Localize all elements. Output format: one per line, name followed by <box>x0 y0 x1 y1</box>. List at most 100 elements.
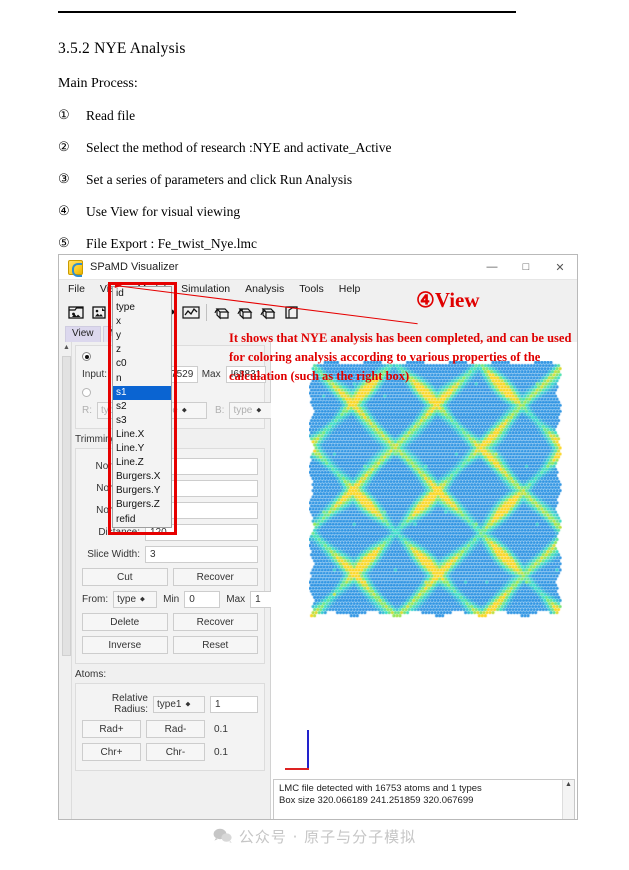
chevron-updown-icon: ⬥ <box>140 596 145 603</box>
menu-item-tools[interactable]: Tools <box>299 283 324 295</box>
dropdown-option-z[interactable]: z <box>113 343 171 357</box>
rad-minus-button[interactable]: Rad- <box>146 720 205 738</box>
dropdown-option-line-x[interactable]: Line.X <box>113 428 171 442</box>
dropdown-option-x[interactable]: x <box>113 315 171 329</box>
cut-button[interactable]: Cut <box>82 568 168 586</box>
annotation-callout-label: ④View <box>416 288 480 312</box>
axis-indicator-vertical <box>307 730 309 769</box>
inverse-button[interactable]: Inverse <box>82 636 168 654</box>
toolbar-divider <box>206 303 207 321</box>
step-text: Read file <box>86 108 136 123</box>
menu-item-help[interactable]: Help <box>339 283 361 295</box>
dropdown-option-n[interactable]: n <box>113 372 171 386</box>
maximize-button[interactable]: □ <box>509 255 543 279</box>
reset-button[interactable]: Reset <box>172 636 258 654</box>
page-footer: 公众号 · 原子与分子模拟 <box>0 826 629 847</box>
status-scrollbar[interactable]: ▲ ▼ <box>562 780 574 819</box>
trim-max-label: Max <box>226 594 246 605</box>
step-text: Set a series of parameters and click Run… <box>86 172 353 187</box>
atom-radius-field[interactable]: 1 <box>210 695 258 713</box>
step-text: File Export : Fe_twist_Nye.lmc <box>86 236 257 251</box>
scroll-up-arrow[interactable]: ▲ <box>61 342 72 353</box>
distance-label: Distance: <box>98 527 140 538</box>
b-channel-value: type <box>233 405 253 416</box>
spamd-visualizer-window: SPaMD Visualizer — □ ✕ File View Model S… <box>58 254 578 820</box>
dropdown-option-line-y[interactable]: Line.Y <box>113 442 171 456</box>
dropdown-option-refid[interactable]: refid <box>113 513 171 527</box>
dropdown-option-burgers-x[interactable]: Burgers.X <box>113 470 171 484</box>
list-item: ② Select the method of research :NYE and… <box>58 139 578 156</box>
dropdown-option-line-z[interactable]: Line.Z <box>113 456 171 470</box>
step-text: Select the method of research :NYE and a… <box>86 140 392 155</box>
dropdown-option-burgers-z[interactable]: Burgers.Z <box>113 498 171 512</box>
dropdown-option-s1[interactable]: s1 <box>113 385 171 400</box>
atom-type-value: type1 <box>157 698 182 710</box>
dropdown-option-type[interactable]: type <box>113 301 171 315</box>
chr-plus-button[interactable]: Chr+ <box>82 743 141 761</box>
dropdown-option-c0[interactable]: c0 <box>113 357 171 371</box>
delete-button[interactable]: Delete <box>82 613 168 631</box>
recover2-button[interactable]: Recover <box>172 613 258 631</box>
from-property-select[interactable]: type ⬥ <box>113 591 158 608</box>
status-line-1: LMC file detected with 16753 atoms and 1… <box>279 783 482 794</box>
step-number: ② <box>58 139 70 154</box>
app-logo-icon <box>68 259 83 277</box>
trim-min-label: Min <box>163 594 180 605</box>
rad-step-field[interactable]: 0.1 <box>210 721 258 738</box>
list-item: ④ Use View for visual viewing <box>58 203 578 220</box>
page-header-rule <box>58 11 516 13</box>
step-number: ① <box>58 107 70 122</box>
trimming-section-label: Trimming: <box>75 434 120 445</box>
wechat-icon <box>213 828 232 846</box>
rad-plus-button[interactable]: Rad+ <box>82 720 141 738</box>
dropdown-option-s3[interactable]: s3 <box>113 414 171 428</box>
menu-item-analysis[interactable]: Analysis <box>245 283 284 295</box>
chr-minus-button[interactable]: Chr- <box>146 743 205 761</box>
process-step-list: ① Read file ② Select the method of resea… <box>58 107 578 252</box>
box-view-icon[interactable] <box>281 302 301 322</box>
relative-radius-label: Relative Radius: <box>111 693 148 715</box>
rotate-y-icon[interactable] <box>235 302 255 322</box>
close-button[interactable]: ✕ <box>543 255 577 279</box>
scrollbar-thumb[interactable] <box>62 356 71 656</box>
property-dropdown-list[interactable]: id type x y z c0 n s1 s2 s3 Line.X Line.Y Line.Z Burg… <box>112 286 172 528</box>
step-text: Use View for visual viewing <box>86 204 241 219</box>
open-folder-icon[interactable] <box>66 302 86 322</box>
status-log-text: LMC file detected with 16753 atoms and 1… <box>274 780 574 810</box>
chevron-updown-icon: ⬥ <box>256 407 262 414</box>
atom-type-select[interactable]: type1 ⬥ <box>153 695 205 713</box>
tab-view[interactable]: View <box>65 326 101 342</box>
scroll-up-arrow[interactable]: ▲ <box>563 781 574 788</box>
chr-step-field[interactable]: 0.1 <box>210 744 258 761</box>
dropdown-option-burgers-y[interactable]: Burgers.Y <box>113 484 171 498</box>
footer-text: 公众号 · 原子与分子模拟 <box>238 828 417 846</box>
color-mode-rgb-radio[interactable] <box>82 388 91 397</box>
rotate-x-icon[interactable] <box>212 302 232 322</box>
status-line-2: Box size 320.066189 241.251859 320.06769… <box>279 795 474 806</box>
color-mode-single-radio[interactable] <box>82 352 91 361</box>
document-body: 3.5.2 NYE Analysis Main Process: ① Read … <box>58 40 578 268</box>
list-item: ⑤ File Export : Fe_twist_Nye.lmc <box>58 235 578 252</box>
step-number: ⑤ <box>58 235 70 250</box>
atomistic-viewport[interactable] <box>271 342 577 779</box>
from-property-value: type <box>117 594 137 605</box>
minimize-button[interactable]: — <box>475 255 509 279</box>
slice-width-field[interactable]: 3 <box>145 546 258 563</box>
panel-scrollbar[interactable]: ▲ ▼ <box>61 342 72 819</box>
chevron-updown-icon: ⬥ <box>181 407 187 414</box>
menu-item-file[interactable]: File <box>68 283 85 295</box>
step-number: ④ <box>58 203 70 218</box>
status-log-box: LMC file detected with 16753 atoms and 1… <box>273 779 575 819</box>
trim-min-field[interactable]: 0 <box>184 591 221 608</box>
list-item: ③ Set a series of parameters and click R… <box>58 171 578 188</box>
atomistic-dislocation-network <box>309 361 562 618</box>
list-item: ① Read file <box>58 107 578 124</box>
chevron-updown-icon: ⬥ <box>185 700 191 708</box>
dropdown-option-s2[interactable]: s2 <box>113 400 171 414</box>
save-file-icon[interactable] <box>89 302 109 322</box>
recover-button[interactable]: Recover <box>172 568 258 586</box>
plot-chart-icon[interactable] <box>181 302 201 322</box>
dropdown-option-y[interactable]: y <box>113 329 171 343</box>
menu-item-simulation[interactable]: Simulation <box>181 283 230 295</box>
slice-width-label: Slice Width: <box>87 549 140 560</box>
